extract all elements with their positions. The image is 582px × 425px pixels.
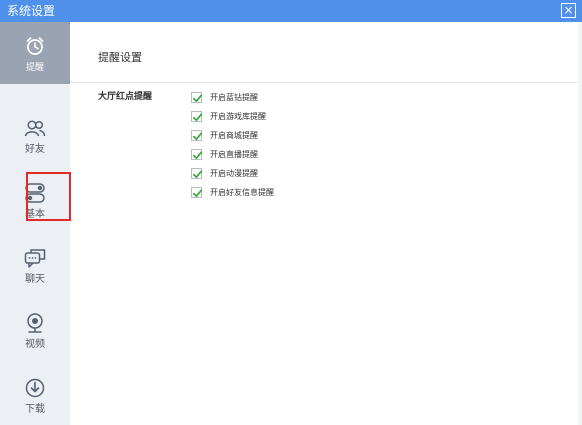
option-label: 开启好友信息提醒	[210, 188, 274, 197]
checkmark-icon	[192, 189, 203, 198]
sidebar-item-reminder[interactable]: 提醒	[0, 22, 70, 84]
sidebar: 提醒 好友 基本 聊天 视频 下载	[0, 22, 70, 425]
option-label: 开启直播提醒	[210, 150, 258, 159]
sidebar-item-friends[interactable]: 好友	[0, 104, 70, 166]
alarm-clock-icon	[26, 37, 44, 55]
friends-icon	[24, 120, 46, 137]
sidebar-item-label: 视频	[25, 339, 45, 350]
option-label: 开启蓝钻提醒	[210, 93, 258, 102]
window-title: 系统设置	[7, 4, 56, 18]
close-button[interactable]: ×	[561, 3, 576, 18]
checkmark-icon	[192, 151, 203, 160]
checkbox[interactable]	[191, 130, 203, 141]
sidebar-item-download[interactable]: 下载	[0, 364, 70, 425]
chat-bubbles-icon	[24, 249, 46, 268]
checkmark-icon	[192, 113, 203, 122]
sidebar-item-label: 聊天	[25, 274, 45, 285]
checkbox[interactable]	[191, 92, 203, 103]
checkbox[interactable]	[191, 187, 203, 198]
title-bar: 系统设置 ×	[0, 0, 582, 22]
divider	[70, 82, 582, 83]
download-icon	[25, 378, 45, 398]
sidebar-item-chat[interactable]: 聊天	[0, 234, 70, 296]
sidebar-item-video[interactable]: 视频	[0, 299, 70, 361]
checkbox[interactable]	[191, 149, 203, 160]
option-label: 开启商城提醒	[210, 131, 258, 140]
group-label: 大厅红点提醒	[98, 92, 153, 102]
checkbox[interactable]	[191, 168, 203, 179]
checkbox[interactable]	[191, 111, 203, 122]
scrollbar[interactable]	[578, 22, 582, 425]
option-label: 开启动漫提醒	[210, 169, 258, 178]
checkmark-icon	[192, 94, 203, 103]
sidebar-item-label: 基本	[25, 209, 45, 220]
sidebar-item-label: 提醒	[25, 63, 44, 73]
toggle-switch-icon	[25, 183, 45, 203]
option-label: 开启游戏库提醒	[210, 112, 266, 121]
checkmark-icon	[192, 170, 203, 179]
checkmark-icon	[192, 132, 203, 141]
page-title: 提醒设置	[98, 51, 142, 64]
sidebar-item-label: 好友	[25, 144, 45, 155]
settings-content: 提醒设置 大厅红点提醒 开启蓝钻提醒 开启游戏库提醒 开启商城提醒 开启直播提醒…	[70, 22, 582, 425]
close-icon: ×	[563, 3, 574, 17]
sidebar-item-basic[interactable]: 基本	[0, 169, 70, 231]
webcam-icon	[27, 313, 43, 333]
sidebar-item-label: 下载	[25, 404, 45, 415]
settings-window: 系统设置 × 提醒 好友 基本 聊天 视频 下载 提醒设置 大厅红点提醒 开启蓝…	[0, 0, 582, 425]
